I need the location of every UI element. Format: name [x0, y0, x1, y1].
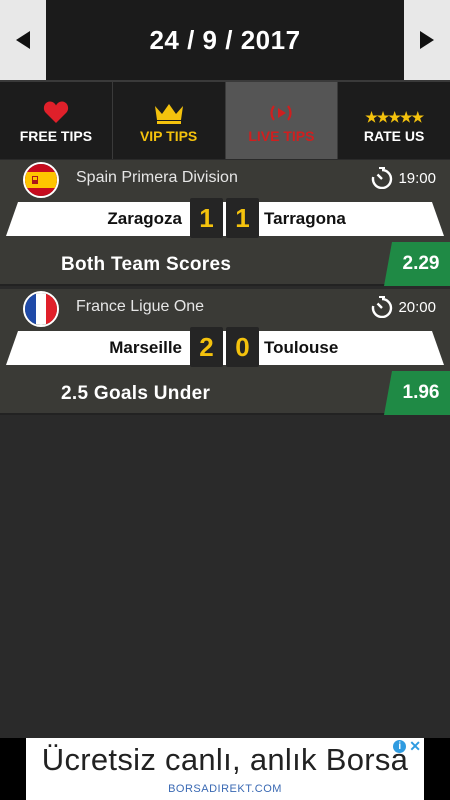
info-icon[interactable]: i [393, 740, 407, 753]
kickoff-time-text: 20:00 [398, 298, 436, 316]
tab-free-tips[interactable]: FREE TIPS [0, 82, 113, 159]
spain-flag-icon [23, 162, 59, 198]
score-row: Marseille 2 0 Toulouse [0, 327, 450, 367]
tab-rate-us-label: RATE US [363, 127, 425, 144]
triangle-right-icon [420, 31, 434, 49]
odds-badge: 2.29 [384, 242, 450, 286]
kickoff-time: 19:00 [370, 167, 436, 189]
ad-controls: i ✕ [388, 738, 424, 755]
kickoff-time: 20:00 [370, 296, 436, 318]
ad-brand: BORSADIREKT.COM [168, 783, 282, 795]
match-card[interactable]: France Ligue One 20:00 Marseille 2 0 Tou… [0, 289, 450, 415]
date-header: 24 / 9 / 2017 [0, 0, 450, 80]
triangle-left-icon [16, 31, 30, 49]
home-score: 2 [190, 327, 223, 367]
tab-rate-us[interactable]: ★★★★★ RATE US [338, 82, 450, 159]
france-flag-icon [23, 291, 59, 327]
home-team: Marseille [109, 338, 182, 357]
ad-headline: Ücretsiz canlı, anlık Borsa [41, 742, 409, 777]
tab-bar: FREE TIPS VIP TIPS LIVE TIPS ★★★★★ RATE … [0, 80, 450, 159]
team-band [6, 331, 444, 365]
tip-text: Both Team Scores [61, 254, 232, 275]
ad-content[interactable]: Ücretsiz canlı, anlık Borsa BORSADIREKT.… [26, 738, 424, 800]
stopwatch-icon [372, 296, 393, 318]
home-score: 1 [190, 198, 223, 238]
ad-banner[interactable]: Ücretsiz canlı, anlık Borsa BORSADIREKT.… [0, 738, 450, 800]
date-label: 24 / 9 / 2017 [149, 24, 301, 55]
crown-icon [154, 103, 183, 124]
tab-live-tips[interactable]: LIVE TIPS [225, 82, 339, 159]
next-date-button[interactable] [404, 0, 450, 80]
league-name: France Ligue One [76, 298, 205, 315]
tab-vip-tips-label: VIP TIPS [139, 127, 198, 144]
tab-live-tips-label: LIVE TIPS [248, 127, 315, 144]
kickoff-time-text: 19:00 [398, 169, 436, 187]
away-team: Toulouse [264, 338, 339, 357]
tab-vip-tips[interactable]: VIP TIPS [113, 82, 226, 159]
close-icon[interactable]: ✕ [409, 739, 421, 753]
previous-date-button[interactable] [0, 0, 46, 80]
tip-text: 2.5 Goals Under [61, 383, 211, 404]
match-card[interactable]: Spain Primera Division 19:00 Zaragoza 1 … [0, 160, 450, 286]
stars-icon: ★★★★★ [365, 108, 424, 125]
away-score: 1 [226, 198, 259, 238]
team-band [6, 202, 444, 236]
live-broadcast-icon [270, 104, 292, 121]
league-name: Spain Primera Division [76, 169, 238, 186]
stopwatch-icon [372, 167, 393, 189]
away-team: Tarragona [264, 209, 346, 228]
tab-free-tips-label: FREE TIPS [19, 127, 93, 144]
home-team: Zaragoza [107, 209, 182, 228]
away-score: 0 [226, 327, 259, 367]
heart-icon [43, 101, 68, 123]
score-row: Zaragoza 1 1 Tarragona [0, 198, 450, 238]
odds-badge: 1.96 [384, 371, 450, 415]
